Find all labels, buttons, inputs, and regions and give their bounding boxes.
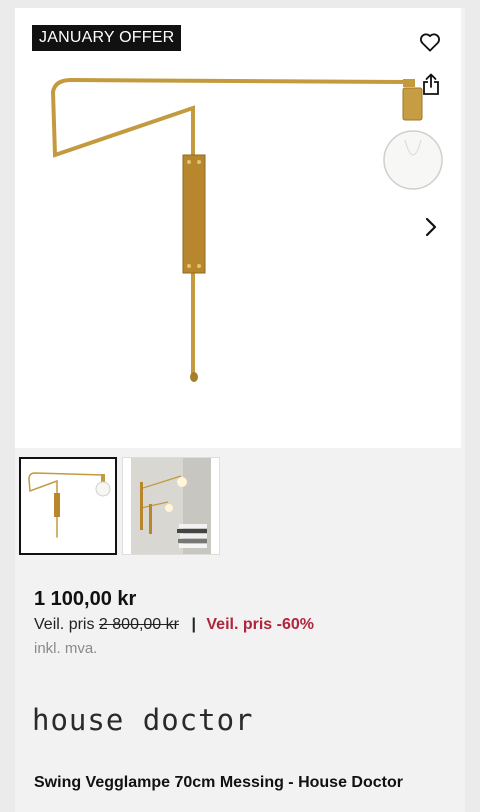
product-title: Swing Vegglampe 70cm Messing - House Doc…	[34, 774, 403, 791]
brand-logo[interactable]: house doctor	[32, 703, 254, 737]
product-image-area[interactable]: JANUARY OFFER	[15, 8, 461, 448]
current-price: 1 100,00 kr	[34, 588, 137, 610]
reference-price-label: Veil. pris	[34, 616, 95, 633]
reference-price: 2 800,00 kr	[98, 616, 179, 633]
offer-badge: JANUARY OFFER	[32, 25, 182, 51]
thumbnail-lamp-room[interactable]	[122, 457, 220, 555]
lamp-image	[51, 77, 443, 382]
heart-icon[interactable]	[418, 30, 442, 54]
vat-note: inkl. mva.	[34, 640, 98, 657]
price-separator: |	[191, 616, 196, 633]
discount-label: Veil. pris -60%	[206, 616, 314, 633]
reference-price-row: Veil. pris 2 800,00 kr | Veil. pris -60%	[34, 616, 314, 634]
thumbnail-lamp-product[interactable]	[19, 457, 117, 555]
